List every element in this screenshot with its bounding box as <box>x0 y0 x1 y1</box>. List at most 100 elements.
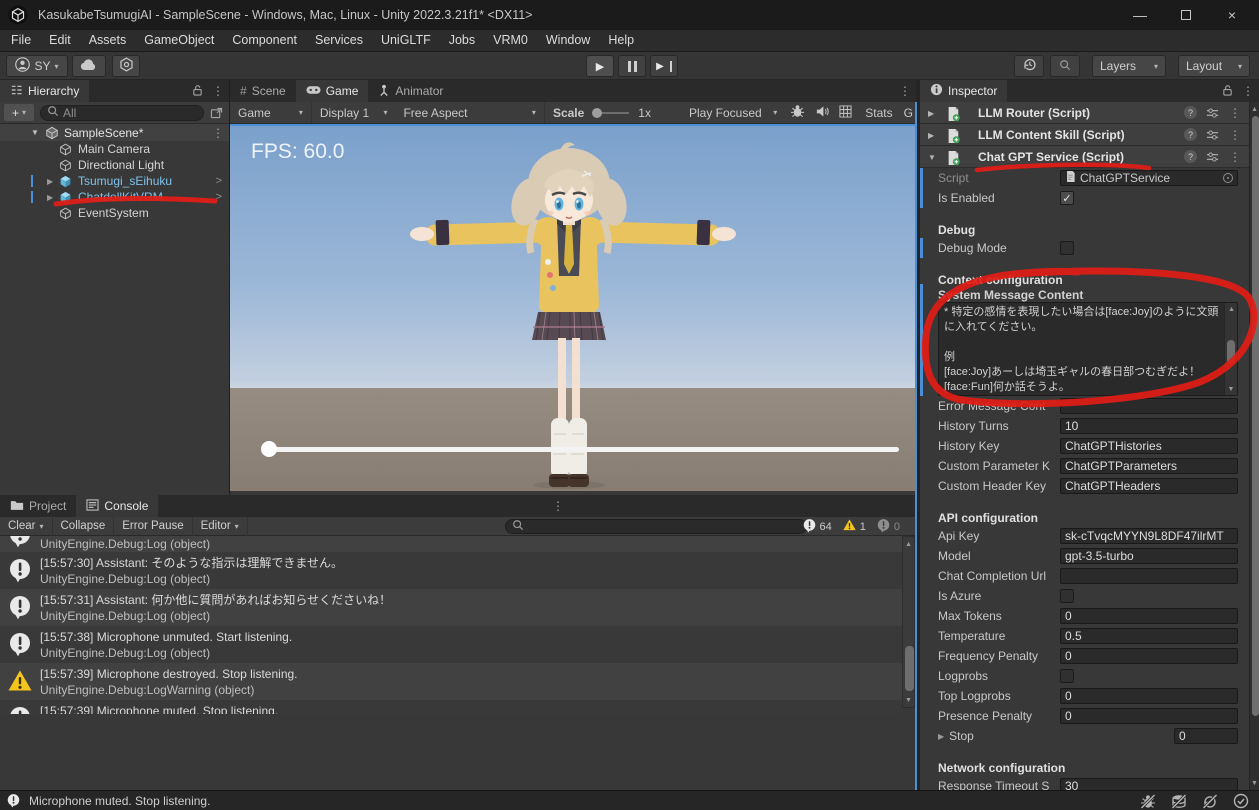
undo-history-button[interactable] <box>1014 55 1044 77</box>
scale-slider[interactable] <box>592 107 630 118</box>
display-dropdown[interactable]: Display 1 ▾ <box>312 102 396 123</box>
hierarchy-item-tsumugi-seihuku[interactable]: ▶ Tsumugi_sEihuku > <box>0 173 229 189</box>
gizmos-button[interactable]: G <box>901 102 916 123</box>
error-count-toggle[interactable]: 0 <box>876 518 900 536</box>
menu-edit[interactable]: Edit <box>40 30 80 51</box>
info-count-toggle[interactable]: 64 <box>802 518 832 536</box>
textarea-content[interactable]: * 特定の感情を表現したい場合は[face:Joy]のように文頭に入れてください… <box>938 302 1238 396</box>
global-search-button[interactable] <box>1050 55 1080 77</box>
presets-icon[interactable] <box>1206 107 1219 119</box>
checkbox-debug-mode[interactable] <box>1060 241 1074 255</box>
hierarchy-item-chatdollkitvrm[interactable]: ▶ ChatdollKitVRM > <box>0 189 229 205</box>
console-entry-5[interactable]: [15:57:39] Microphone muted. Stop listen… <box>0 700 903 714</box>
text-field-frequency-penalty[interactable]: 0 <box>1060 648 1238 664</box>
layout-dropdown[interactable]: Layout ▾ <box>1178 55 1250 77</box>
scroll-thumb[interactable] <box>905 646 914 691</box>
code-ready-icon[interactable] <box>1233 793 1249 809</box>
cloud-button[interactable] <box>72 55 106 77</box>
checkbox-is-enabled[interactable]: ✓ <box>1060 191 1074 205</box>
foldout-closed-icon[interactable]: ▶ <box>938 732 944 741</box>
tab-scene[interactable]: # Scene <box>230 80 296 102</box>
warning-count-toggle[interactable]: 1 <box>842 518 866 535</box>
text-field-presence-penalty[interactable]: 0 <box>1060 708 1238 724</box>
status-message[interactable]: Microphone muted. Stop listening. <box>29 794 210 808</box>
debugger-disabled-icon[interactable] <box>1140 793 1156 809</box>
vsync-grid-button[interactable] <box>834 102 857 123</box>
checkbox-logprobs[interactable] <box>1060 669 1074 683</box>
object-field-script[interactable]: ChatGPTService <box>1060 170 1238 186</box>
text-field-model[interactable]: gpt-3.5-turbo <box>1060 548 1238 564</box>
array-size-field[interactable]: 0 <box>1174 728 1238 744</box>
add-object-button[interactable]: + ▾ <box>4 104 34 121</box>
menu-file[interactable]: File <box>2 30 40 51</box>
textarea-scrollbar[interactable]: ▼ ▼ <box>1224 303 1237 395</box>
console-entry-3[interactable]: [15:57:38] Microphone unmuted. Start lis… <box>0 626 903 663</box>
mute-audio-button[interactable] <box>810 102 834 123</box>
component-header-chat-gpt-service-script[interactable]: ▼ Chat GPT Service (Script)? ⋮ <box>920 146 1249 168</box>
prefab-open-chevron-icon[interactable]: > <box>216 175 222 187</box>
scroll-down-icon[interactable]: ▼ <box>1228 384 1235 395</box>
scroll-up-icon[interactable]: ▼ <box>905 537 912 549</box>
scale-slider-knob[interactable] <box>592 107 603 118</box>
text-field-history-key[interactable]: ChatGPTHistories <box>1060 438 1238 454</box>
console-search-input[interactable] <box>505 519 807 534</box>
text-field-temperature[interactable]: 0.5 <box>1060 628 1238 644</box>
text-field-response-timeout-s[interactable]: 30 <box>1060 778 1238 790</box>
foldout-open-icon[interactable]: ▼ <box>928 153 936 162</box>
kebab-menu-icon[interactable]: ⋮ <box>1229 106 1241 120</box>
console-entry-0[interactable]: UnityEngine.Debug:Log (object) <box>0 536 903 552</box>
foldout-open-icon[interactable]: ▼ <box>31 128 39 137</box>
help-icon[interactable]: ? <box>1184 128 1197 141</box>
tab-animator[interactable]: Animator <box>368 80 453 102</box>
game-render-area[interactable]: FPS: 60.0 <box>230 124 916 491</box>
layers-dropdown[interactable]: Layers ▾ <box>1092 55 1166 77</box>
menu-window[interactable]: Window <box>537 30 599 51</box>
play-focused-dropdown[interactable]: Play Focused ▾ <box>681 102 785 123</box>
tab-console[interactable]: Console <box>76 495 159 517</box>
menu-assets[interactable]: Assets <box>80 30 136 51</box>
menu-component[interactable]: Component <box>223 30 306 51</box>
step-button[interactable]: ▶ <box>650 55 678 77</box>
ingame-slider-knob[interactable] <box>261 441 277 457</box>
console-scrollbar[interactable]: ▼ ▼ <box>902 536 915 708</box>
kebab-menu-icon[interactable]: ⋮ <box>899 84 911 98</box>
menu-jobs[interactable]: Jobs <box>440 30 484 51</box>
ingame-volume-slider[interactable] <box>261 441 899 457</box>
tab-hierarchy[interactable]: Hierarchy <box>0 80 90 102</box>
kebab-menu-icon[interactable]: ⋮ <box>1229 128 1241 142</box>
aspect-dropdown[interactable]: Free Aspect ▾ <box>395 102 545 123</box>
scroll-down-icon[interactable]: ▼ <box>905 695 912 707</box>
prefab-open-chevron-icon[interactable]: > <box>216 191 222 203</box>
collapse-button[interactable]: Collapse <box>53 516 115 536</box>
foldout-closed-icon[interactable]: ▶ <box>928 131 934 140</box>
menu-services[interactable]: Services <box>306 30 372 51</box>
presets-icon[interactable] <box>1206 129 1219 141</box>
services-hub-button[interactable] <box>112 55 140 77</box>
help-icon[interactable]: ? <box>1184 106 1197 119</box>
auto-refresh-disabled-icon[interactable] <box>1202 793 1218 809</box>
kebab-menu-icon[interactable]: ⋮ <box>1229 150 1241 164</box>
hierarchy-search-input[interactable]: All <box>40 104 204 121</box>
expand-arrow-icon[interactable]: ▶ <box>47 193 53 202</box>
hierarchy-item-main-camera[interactable]: Main Camera <box>0 141 229 157</box>
popout-icon[interactable] <box>210 107 223 119</box>
scroll-thumb[interactable] <box>1251 116 1259 716</box>
lock-icon[interactable] <box>1222 84 1233 99</box>
menu-unigltf[interactable]: UniGLTF <box>372 30 440 51</box>
kebab-menu-icon[interactable]: ⋮ <box>1242 84 1254 98</box>
editor-dropdown[interactable]: Editor ▾ <box>193 516 248 536</box>
tab-project[interactable]: Project <box>0 495 76 517</box>
tab-game[interactable]: Game <box>295 80 369 102</box>
help-icon[interactable]: ? <box>1184 150 1197 163</box>
debug-bug-button[interactable] <box>785 102 810 123</box>
expand-arrow-icon[interactable]: ▶ <box>47 177 53 186</box>
text-field-error-message-cont[interactable] <box>1060 398 1238 414</box>
play-button[interactable]: ▶ <box>586 55 614 77</box>
hierarchy-scene-row[interactable]: ▼ SampleScene* ⋮ <box>0 124 229 141</box>
close-button[interactable]: × <box>1209 0 1255 30</box>
cache-disabled-icon[interactable] <box>1171 793 1187 809</box>
console-entry-1[interactable]: [15:57:30] Assistant: そのような指示は理解できません。 Un… <box>0 552 903 589</box>
error-pause-button[interactable]: Error Pause <box>114 516 193 536</box>
component-header-llm-content-skill-script[interactable]: ▶ LLM Content Skill (Script)? ⋮ <box>920 124 1249 146</box>
foldout-closed-icon[interactable]: ▶ <box>928 109 934 118</box>
